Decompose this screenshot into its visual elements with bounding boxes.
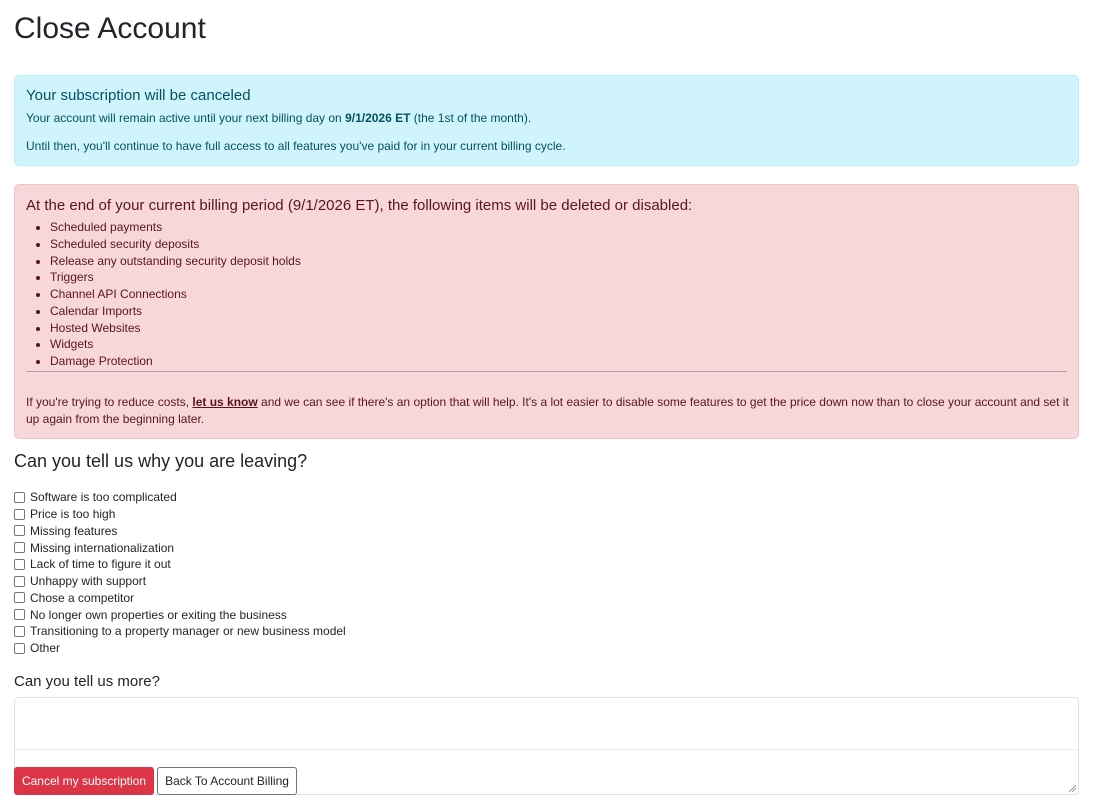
info-alert-access-note: Until then, you'll continue to have full… bbox=[26, 139, 566, 153]
reason-checkbox[interactable] bbox=[14, 542, 25, 554]
reason-label: Software is too complicated bbox=[30, 490, 177, 505]
deleted-item: Damage Protection bbox=[50, 353, 301, 370]
cancel-subscription-button[interactable]: Cancel my subscription bbox=[14, 767, 154, 795]
active-until-prefix: Your account will remain active until yo… bbox=[26, 111, 346, 125]
deleted-item: Calendar Imports bbox=[50, 303, 301, 320]
reason-label: Unhappy with support bbox=[30, 574, 147, 589]
reason-label: Missing internationalization bbox=[30, 540, 175, 555]
reason-checkbox[interactable] bbox=[14, 525, 25, 537]
reason-checkbox[interactable] bbox=[14, 625, 25, 637]
reason-label: Lack of time to figure it out bbox=[30, 557, 171, 572]
reason-option[interactable]: Transitioning to a property manager or n… bbox=[14, 623, 346, 640]
active-until-suffix: (the 1st of the month). bbox=[410, 111, 532, 125]
back-to-billing-button[interactable]: Back To Account Billing bbox=[157, 767, 297, 795]
reduce-costs-note: If you're trying to reduce costs, let us… bbox=[26, 394, 1071, 428]
textarea-divider bbox=[15, 749, 1078, 750]
reason-option[interactable]: Lack of time to figure it out bbox=[14, 556, 346, 573]
reason-checkbox[interactable] bbox=[14, 575, 25, 587]
reason-checkbox[interactable] bbox=[14, 491, 25, 503]
reason-label: Missing features bbox=[30, 523, 118, 538]
reason-option[interactable]: No longer own properties or exiting the … bbox=[14, 606, 346, 623]
info-alert-heading: Your subscription will be canceled bbox=[26, 87, 251, 104]
reason-option[interactable]: Software is too complicated bbox=[14, 489, 346, 506]
reason-option[interactable]: Unhappy with support bbox=[14, 573, 346, 590]
deleted-item: Scheduled payments bbox=[50, 219, 301, 236]
reason-label: Transitioning to a property manager or n… bbox=[30, 624, 346, 639]
reason-option[interactable]: Other bbox=[14, 640, 346, 657]
subscription-canceled-alert: Your subscription will be canceled Your … bbox=[14, 75, 1079, 166]
reason-checkbox[interactable] bbox=[14, 592, 25, 604]
billing-date: 9/1/2026 ET bbox=[345, 111, 411, 125]
reason-option[interactable]: Chose a competitor bbox=[14, 590, 346, 607]
deleted-item: Release any outstanding security deposit… bbox=[50, 253, 301, 270]
reason-checkbox[interactable] bbox=[14, 558, 25, 570]
deleted-item: Hosted Websites bbox=[50, 320, 301, 337]
reason-option[interactable]: Missing internationalization bbox=[14, 539, 346, 556]
reason-checkbox[interactable] bbox=[14, 642, 25, 654]
page-title: Close Account bbox=[14, 12, 206, 45]
deleted-item: Scheduled security deposits bbox=[50, 236, 301, 253]
reason-option[interactable]: Missing features bbox=[14, 523, 346, 540]
reason-option[interactable]: Price is too high bbox=[14, 506, 346, 523]
reason-checkbox[interactable] bbox=[14, 508, 25, 520]
reason-label: Price is too high bbox=[30, 507, 116, 522]
reasons-heading: Can you tell us why you are leaving? bbox=[14, 451, 308, 471]
reason-label: Other bbox=[30, 641, 61, 656]
deletion-warning-alert: At the end of your current billing perio… bbox=[14, 184, 1079, 439]
let-us-know-link[interactable]: let us know bbox=[192, 395, 257, 409]
info-alert-active-until: Your account will remain active until yo… bbox=[26, 111, 531, 125]
reason-checkbox[interactable] bbox=[14, 609, 25, 621]
deleted-items-list: Scheduled payments Scheduled security de… bbox=[26, 219, 301, 370]
danger-alert-heading: At the end of your current billing perio… bbox=[26, 197, 693, 214]
deleted-item: Triggers bbox=[50, 269, 301, 286]
alert-divider bbox=[26, 371, 1067, 372]
reason-label: No longer own properties or exiting the … bbox=[30, 607, 287, 622]
deleted-item: Channel API Connections bbox=[50, 286, 301, 303]
note-prefix: If you're trying to reduce costs, bbox=[26, 395, 193, 409]
more-heading: Can you tell us more? bbox=[14, 673, 160, 690]
reasons-list: Software is too complicated Price is too… bbox=[14, 489, 346, 657]
deleted-item: Widgets bbox=[50, 336, 301, 353]
reason-label: Chose a competitor bbox=[30, 590, 135, 605]
resize-handle-icon[interactable] bbox=[1068, 784, 1076, 792]
